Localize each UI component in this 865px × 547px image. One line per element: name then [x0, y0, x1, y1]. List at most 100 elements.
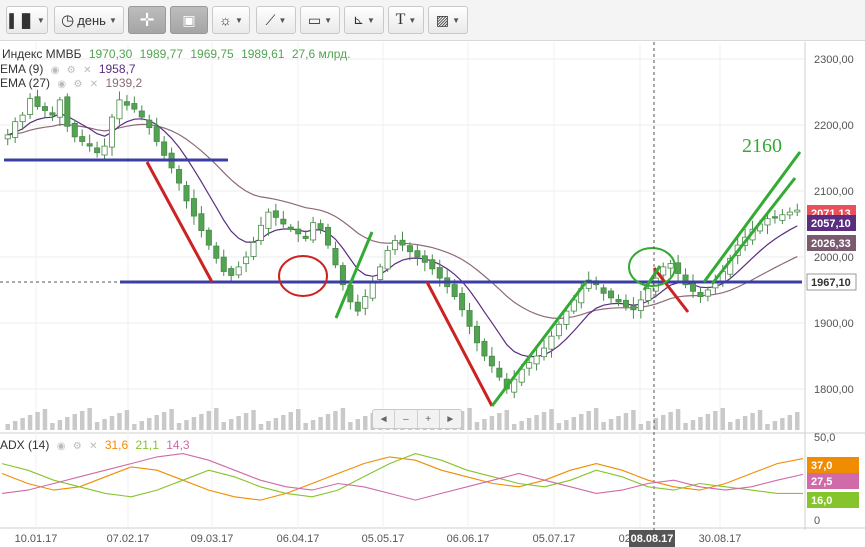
candle [406, 245, 413, 253]
candle [526, 362, 533, 369]
volume-bar [214, 408, 219, 430]
highlight-circle-red [278, 255, 328, 297]
volume-bar [489, 416, 495, 430]
pdi-value: 21,1 [135, 438, 159, 452]
candle [451, 284, 458, 298]
volume-bar [795, 412, 800, 430]
candle [630, 305, 637, 311]
y-tick-label: 1800,00 [814, 384, 854, 396]
y-tick-label: 2000,00 [814, 252, 854, 264]
y-tick-label: 2100,00 [814, 186, 854, 198]
volume-bar [310, 420, 316, 430]
candle [660, 266, 667, 276]
close-icon[interactable]: ✕ [89, 441, 97, 452]
close-icon[interactable]: ✕ [90, 79, 98, 90]
candle [794, 209, 801, 213]
volume-bar [556, 423, 562, 430]
settings-icon[interactable]: ⚙ [67, 65, 76, 76]
volume-bar [593, 408, 599, 430]
volume-bar [504, 410, 510, 430]
volume-bar [236, 416, 241, 430]
volume-bar [474, 422, 480, 430]
candle [473, 325, 480, 344]
volume-bar [482, 419, 487, 430]
symbol-name: Индекс ММВБ [2, 47, 82, 61]
close-icon[interactable]: ✕ [83, 65, 91, 76]
zoom-in-button[interactable]: + [418, 410, 440, 428]
volume-bar [109, 416, 115, 430]
settings-icon[interactable]: ⚙ [73, 79, 82, 90]
scroll-right-button[interactable]: ► [440, 410, 461, 428]
ema27-legend[interactable]: EMA (27) ◉ ⚙ ✕ 1939,2 [0, 76, 146, 90]
candle [12, 121, 19, 138]
volume-bar [742, 416, 748, 430]
candle [287, 226, 294, 230]
volume-bar [519, 421, 524, 430]
volume-bar [228, 419, 234, 430]
volume-bar [728, 422, 733, 430]
candle [362, 296, 369, 309]
volume-bar [497, 413, 502, 430]
candle [198, 213, 205, 231]
mdi-value: 14,3 [166, 438, 190, 452]
volume-bar [646, 421, 651, 430]
candle [4, 134, 11, 140]
volume-bar [608, 419, 614, 430]
candle [325, 226, 332, 246]
x-tick-label: 10.01.17 [15, 533, 58, 545]
volume-bar [757, 410, 763, 430]
volume-bar [288, 412, 294, 430]
price-tag-label: 2026,33 [811, 238, 851, 250]
zoom-out-button[interactable]: – [395, 410, 418, 428]
volume-bar [750, 413, 755, 430]
candle [101, 145, 108, 156]
ema9-legend[interactable]: EMA (9) ◉ ⚙ ✕ 1958,7 [0, 62, 140, 76]
adx-legend[interactable]: ADX (14) ◉ ⚙ ✕ 31,6 21,1 14,3 [0, 438, 194, 452]
y-tick-label: 2200,00 [814, 120, 854, 132]
candle [34, 96, 41, 107]
volume-bar [5, 424, 10, 430]
grid [0, 42, 865, 530]
scroll-left-button[interactable]: ◄ [373, 410, 396, 428]
eye-icon[interactable]: ◉ [57, 79, 66, 90]
candle [131, 103, 138, 110]
candle [310, 222, 317, 241]
candle [421, 255, 428, 263]
x-tick-label: 09.03.17 [191, 533, 234, 545]
adx-tag-label: 37,0 [811, 460, 832, 472]
volume-bar [42, 409, 48, 430]
uptrend-line-4 [710, 177, 797, 285]
x-tick-label: 06.04.17 [277, 533, 320, 545]
volume-bar [355, 419, 361, 430]
candle [71, 122, 78, 138]
candle [667, 263, 674, 269]
y-tick-label: 1900,00 [814, 318, 854, 330]
adx-tick-label: 0 [814, 515, 820, 527]
candle [116, 99, 123, 120]
candle [257, 224, 264, 241]
volume-bar [511, 424, 517, 430]
candle [190, 198, 197, 217]
candle [123, 101, 130, 106]
candle [228, 268, 235, 276]
candle [608, 290, 615, 299]
volume-bar [579, 414, 584, 430]
volume-bar [348, 422, 353, 430]
volume-bar [668, 412, 673, 430]
settings-icon[interactable]: ⚙ [73, 441, 82, 452]
candle [786, 211, 793, 216]
eye-icon[interactable]: ◉ [51, 65, 60, 76]
volume-bar [147, 418, 152, 430]
candle [161, 141, 168, 156]
candle [265, 211, 272, 229]
candle [295, 228, 302, 235]
volume-bar [176, 423, 182, 430]
eye-icon[interactable]: ◉ [57, 441, 66, 452]
candle [429, 259, 436, 270]
candle [459, 293, 466, 311]
open-value: 1970,30 [88, 47, 133, 61]
volume-bar [623, 413, 629, 430]
high-value: 1989,77 [139, 47, 183, 61]
volume-bar [534, 415, 539, 430]
volume-bar [12, 421, 18, 430]
